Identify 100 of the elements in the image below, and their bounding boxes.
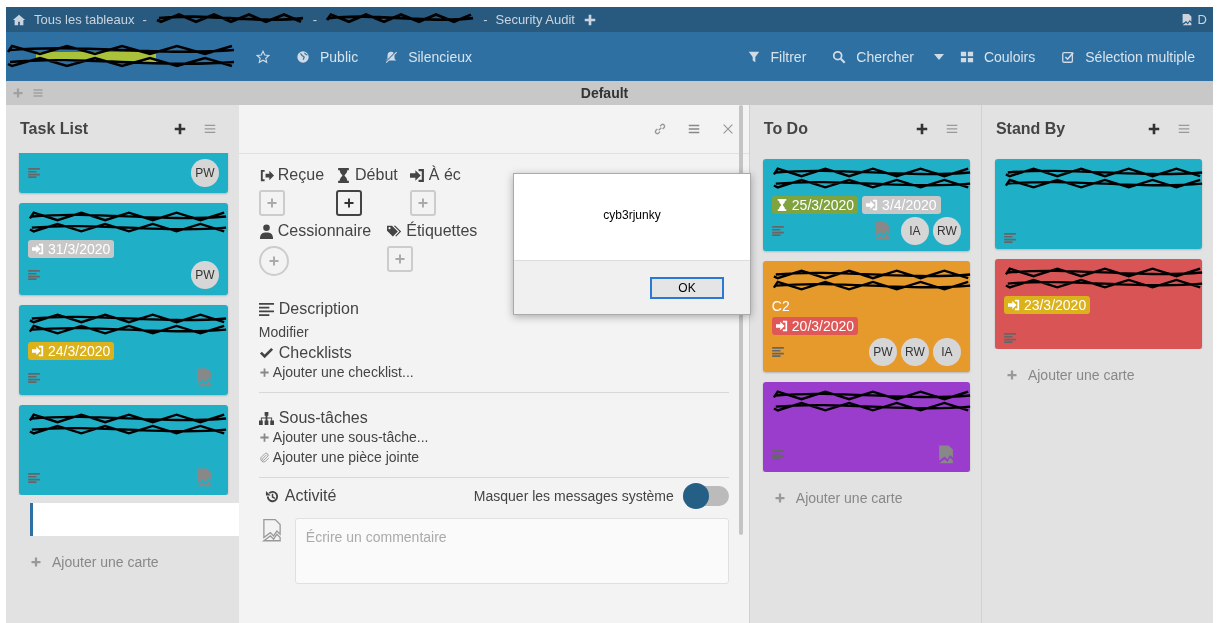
comment-field[interactable]: Écrire un commentaire — [294, 518, 729, 584]
menu-icon[interactable] — [1177, 122, 1191, 136]
paperclip-icon — [258, 451, 270, 463]
plus-icon — [267, 255, 280, 267]
card[interactable]: PW — [19, 153, 228, 193]
hourglass-icon — [775, 199, 788, 211]
checkbox-icon — [1061, 49, 1076, 64]
description-icon — [771, 226, 784, 236]
filter-icon — [746, 49, 761, 64]
labels-label: Étiquettes — [387, 222, 478, 240]
plus-icon[interactable] — [914, 122, 929, 136]
description-icon — [28, 168, 40, 178]
section-title: Description — [278, 300, 359, 318]
assignee-label: Cessionnaire — [258, 222, 372, 240]
plus-icon[interactable] — [172, 122, 187, 136]
plus-icon — [30, 556, 42, 568]
card[interactable] — [762, 382, 970, 472]
menu-icon[interactable] — [686, 122, 701, 136]
sitemap-icon — [258, 410, 274, 426]
description-icon — [28, 270, 40, 280]
hourglass-icon — [336, 167, 352, 183]
visibility-button[interactable]: Public — [286, 44, 369, 69]
date-badge: 23/3/2020 — [1003, 296, 1091, 314]
plus-icon — [1005, 369, 1018, 381]
member-avatar[interactable]: PW — [190, 159, 219, 187]
plus-icon[interactable] — [583, 12, 597, 27]
breadcrumb-separator: - — [312, 12, 318, 27]
link-icon[interactable] — [652, 122, 667, 136]
member-avatar[interactable]: IA — [900, 217, 929, 245]
plus-icon — [343, 197, 356, 209]
member-avatar[interactable]: PW — [190, 261, 219, 289]
globe-icon — [296, 49, 310, 64]
add-date-button[interactable] — [336, 190, 363, 216]
add-attachment-link[interactable]: Ajouter une pièce jointe — [258, 447, 420, 467]
sign-in-icon — [866, 199, 879, 211]
all-boards-link[interactable]: Tous les tableaux — [34, 12, 135, 27]
description-icon — [28, 473, 40, 483]
add-checklist-link[interactable]: Ajouter une checklist... — [258, 362, 414, 382]
toggle-label: Masquer les messages système — [473, 488, 674, 504]
date-field-label: Reçue — [258, 166, 325, 184]
member-avatar[interactable]: RW — [932, 217, 961, 245]
date-badge: 24/3/2020 — [28, 342, 115, 360]
star-icon[interactable] — [256, 49, 270, 64]
check-icon — [258, 345, 274, 361]
swimlanes-button[interactable]: Couloirs — [949, 44, 1046, 69]
member-avatar[interactable]: RW — [900, 338, 929, 366]
sign-in-icon — [409, 167, 425, 183]
filter-button[interactable]: Filtrer — [736, 44, 817, 69]
card-title: C2 — [771, 298, 791, 314]
edit-description-link[interactable]: Modifier — [258, 324, 729, 340]
plus-icon — [773, 492, 786, 504]
grid-icon — [959, 49, 974, 64]
caret-icon[interactable] — [933, 53, 944, 60]
list-title: To Do — [763, 120, 809, 138]
menu-icon[interactable] — [202, 122, 217, 136]
card[interactable] — [19, 405, 228, 495]
mute-button[interactable]: Silencieux — [374, 44, 482, 69]
date-field-label: À éc — [409, 166, 461, 184]
description-icon — [771, 347, 784, 357]
new-card-field[interactable] — [30, 503, 239, 536]
ok-button[interactable]: OK — [650, 276, 724, 299]
multi-select-button[interactable]: Sélection multiple — [1051, 44, 1205, 69]
list-title: Task List — [20, 120, 90, 138]
search-button[interactable]: Chercher — [822, 44, 924, 69]
member-avatar[interactable]: PW — [868, 338, 897, 366]
plus-icon — [394, 253, 407, 265]
user-icon — [258, 223, 274, 239]
toggle-switch[interactable] — [682, 486, 729, 506]
muted-bell-icon — [384, 49, 399, 64]
swimlane-title: Default — [580, 85, 629, 101]
description-icon — [1003, 233, 1016, 243]
section-title: Activité — [284, 487, 337, 505]
description-icon — [28, 373, 40, 383]
sign-in-icon — [32, 345, 44, 357]
plus-icon — [258, 366, 270, 378]
card[interactable]: C2 20/3/2020 PW RW IA — [762, 261, 970, 372]
align-left-icon — [258, 301, 274, 317]
date-badge: 25/3/2020 — [771, 196, 859, 214]
section-title: Sous-tâches — [278, 409, 368, 427]
card[interactable] — [994, 159, 1202, 249]
list-title: Stand By — [995, 120, 1067, 138]
tags-icon — [387, 223, 403, 239]
menu-icon[interactable] — [944, 122, 959, 136]
add-label-button[interactable] — [387, 246, 414, 272]
member-avatar[interactable]: IA — [932, 338, 961, 366]
dialog-message: cyb3rjunky — [603, 208, 661, 222]
add-subtask-link[interactable]: Ajouter une sous-tâche... — [258, 427, 429, 447]
user-initial[interactable]: D — [1197, 12, 1207, 27]
breadcrumb-separator: - — [142, 12, 147, 27]
plus-icon[interactable] — [1147, 122, 1161, 136]
date-field-label: Début — [336, 166, 398, 184]
history-icon — [264, 488, 280, 504]
breadcrumb-link[interactable]: Security Audit — [495, 12, 575, 27]
menu-icon[interactable] — [32, 87, 44, 99]
add-assignee-button[interactable] — [258, 246, 289, 276]
date-badge: 20/3/2020 — [771, 317, 859, 335]
home-icon[interactable] — [12, 12, 26, 27]
sign-out-icon — [258, 167, 274, 183]
search-icon — [832, 49, 847, 64]
plus-icon — [258, 431, 270, 443]
